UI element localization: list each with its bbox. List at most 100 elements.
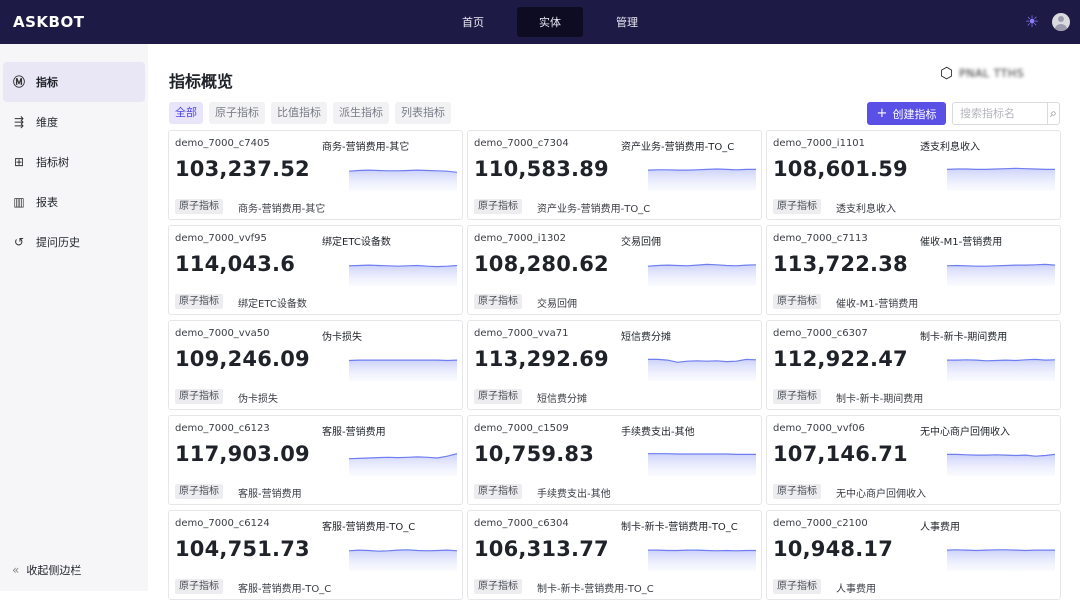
trend-sparkline xyxy=(947,345,1055,381)
filter-ratio[interactable]: 比值指标 xyxy=(271,102,327,124)
filter-derived[interactable]: 派生指标 xyxy=(333,102,389,124)
metric-card[interactable]: demo_7000_vva50 伪卡损失 109,246.09 原子指标 伪卡损… xyxy=(168,320,463,410)
metric-description: 无中心商户回佣收入 xyxy=(836,485,926,500)
create-metric-label: 创建指标 xyxy=(892,106,936,122)
filter-all[interactable]: 全部 xyxy=(169,102,203,124)
sidebar-item-metric-tree[interactable]: ⊞ 指标树 xyxy=(3,142,145,182)
sparkline-area xyxy=(648,359,756,381)
sidebar-item-label: 报表 xyxy=(36,194,58,210)
metric-code: demo_7000_c2100 xyxy=(773,518,868,529)
metric-code: demo_7000_i1302 xyxy=(474,233,566,244)
metric-value: 117,903.09 xyxy=(175,442,310,466)
metric-description: 催收-M1-营销费用 xyxy=(836,295,918,310)
sparkline-line xyxy=(648,550,756,551)
metric-card[interactable]: demo_7000_c7304 资产业务-营销费用-TO_C 110,583.8… xyxy=(467,130,762,220)
metric-description: 交易回佣 xyxy=(537,295,577,310)
metric-name: 人事费用 xyxy=(920,518,960,533)
sparkline-area xyxy=(947,168,1055,191)
metric-type-tag: 原子指标 xyxy=(474,294,522,309)
metric-code: demo_7000_c7405 xyxy=(175,138,270,149)
metric-value: 113,722.38 xyxy=(773,252,908,276)
metric-name: 客服-营销费用-TO_C xyxy=(322,518,415,533)
metric-card[interactable]: demo_7000_c6304 制卡-新卡-营销费用-TO_C 106,313.… xyxy=(467,510,762,600)
page-title: 指标概览 xyxy=(169,68,233,92)
trend-sparkline xyxy=(648,440,756,476)
filter-list[interactable]: 列表指标 xyxy=(395,102,451,124)
sparkline-area xyxy=(349,265,457,286)
create-metric-button[interactable]: + 创建指标 xyxy=(867,102,946,125)
metric-card[interactable]: demo_7000_i1101 透支利息收入 108,601.59 原子指标 透… xyxy=(766,130,1061,220)
sidebar-item-dimensions[interactable]: ⇶ 维度 xyxy=(3,102,145,142)
metric-type-tag: 原子指标 xyxy=(773,294,821,309)
metric-card[interactable]: demo_7000_c6123 客服-营销费用 117,903.09 原子指标 … xyxy=(168,415,463,505)
metric-name: 制卡-新卡-期间费用 xyxy=(920,328,1007,343)
metric-description: 制卡-新卡-营销费用-TO_C xyxy=(537,580,654,595)
project-name: PNAL TTHS xyxy=(959,67,1024,80)
metric-name: 催收-M1-营销费用 xyxy=(920,233,1002,248)
metric-card[interactable]: demo_7000_vvf06 无中心商户回佣收入 107,146.71 原子指… xyxy=(766,415,1061,505)
sparkline-area xyxy=(947,454,1055,476)
trend-sparkline xyxy=(349,250,457,286)
user-avatar[interactable] xyxy=(1052,13,1070,31)
metric-card[interactable]: demo_7000_c7405 商务-营销费用-其它 103,237.52 原子… xyxy=(168,130,463,220)
metric-code: demo_7000_c6124 xyxy=(175,518,270,529)
metric-card[interactable]: demo_7000_c7113 催收-M1-营销费用 113,722.38 原子… xyxy=(766,225,1061,315)
metric-type-tag: 原子指标 xyxy=(175,294,223,309)
nav-entity[interactable]: 实体 xyxy=(517,7,583,37)
metric-card[interactable]: demo_7000_vva71 短信费分摊 113,292.69 原子指标 短信… xyxy=(467,320,762,410)
metric-value: 108,280.62 xyxy=(474,252,609,276)
metric-card[interactable]: demo_7000_c1509 手续费支出-其他 10,759.83 原子指标 … xyxy=(467,415,762,505)
cube-icon: ⬡ xyxy=(940,64,953,82)
sidebar-item-label: 指标 xyxy=(36,74,58,90)
sparkline-area xyxy=(349,550,457,571)
metric-description: 短信费分摊 xyxy=(537,390,587,405)
sparkline-line xyxy=(648,169,756,170)
search-icon[interactable]: ⌕ xyxy=(1047,103,1059,124)
main-content: 指标概览 ⬡ PNAL TTHS 全部 原子指标 比值指标 派生指标 列表指标 … xyxy=(148,44,1080,591)
project-selector[interactable]: ⬡ PNAL TTHS xyxy=(940,64,1024,82)
metric-value: 112,922.47 xyxy=(773,347,908,371)
sparkline-line xyxy=(947,550,1055,551)
metric-code: demo_7000_c7304 xyxy=(474,138,569,149)
collapse-sidebar-button[interactable]: « 收起侧边栏 xyxy=(12,562,81,578)
metric-card[interactable]: demo_7000_vvf95 绑定ETC设备数 114,043.6 原子指标 … xyxy=(168,225,463,315)
sparkline-area xyxy=(648,550,756,571)
trend-sparkline xyxy=(648,535,756,571)
trend-sparkline xyxy=(648,155,756,191)
metric-name: 手续费支出-其他 xyxy=(621,423,695,438)
metric-type-filters: 全部 原子指标 比值指标 派生指标 列表指标 xyxy=(169,102,457,124)
metric-code: demo_7000_c6307 xyxy=(773,328,868,339)
metric-code: demo_7000_i1101 xyxy=(773,138,865,149)
sparkline-line xyxy=(648,454,756,455)
theme-toggle-sun-icon[interactable]: ☀ xyxy=(1023,13,1041,31)
sidebar-item-metrics[interactable]: Ⓜ 指标 xyxy=(3,62,145,102)
metric-card[interactable]: demo_7000_c2100 人事费用 10,948.17 原子指标 人事费用 xyxy=(766,510,1061,600)
trend-sparkline xyxy=(947,535,1055,571)
metric-code: demo_7000_c1509 xyxy=(474,423,569,434)
metric-name: 资产业务-营销费用-TO_C xyxy=(621,138,734,153)
askbot-logo[interactable]: ASKBOT xyxy=(13,13,84,31)
nav-manage[interactable]: 管理 xyxy=(594,7,660,37)
metric-type-tag: 原子指标 xyxy=(773,484,821,499)
metric-card[interactable]: demo_7000_c6307 制卡-新卡-期间费用 112,922.47 原子… xyxy=(766,320,1061,410)
metric-card[interactable]: demo_7000_i1302 交易回佣 108,280.62 原子指标 交易回… xyxy=(467,225,762,315)
plus-icon: + xyxy=(877,106,888,121)
metric-code: demo_7000_vvf06 xyxy=(773,423,865,434)
sparkline-area xyxy=(648,264,756,286)
trend-sparkline xyxy=(648,250,756,286)
sidebar-item-reports[interactable]: ▥ 报表 xyxy=(3,182,145,222)
sidebar-item-history[interactable]: ↺ 提问历史 xyxy=(3,222,145,262)
metric-code: demo_7000_c6304 xyxy=(474,518,569,529)
metric-code: demo_7000_c7113 xyxy=(773,233,868,244)
trend-sparkline xyxy=(947,440,1055,476)
filter-atomic[interactable]: 原子指标 xyxy=(209,102,265,124)
trend-sparkline xyxy=(349,155,457,191)
search-input[interactable] xyxy=(953,104,1047,123)
metric-type-tag: 原子指标 xyxy=(773,199,821,214)
nav-home[interactable]: 首页 xyxy=(440,7,506,37)
sparkline-area xyxy=(947,359,1055,381)
metric-type-tag: 原子指标 xyxy=(474,579,522,594)
collapse-sidebar-label: 收起侧边栏 xyxy=(26,562,81,578)
metric-card[interactable]: demo_7000_c6124 客服-营销费用-TO_C 104,751.73 … xyxy=(168,510,463,600)
metric-code: demo_7000_vva71 xyxy=(474,328,569,339)
